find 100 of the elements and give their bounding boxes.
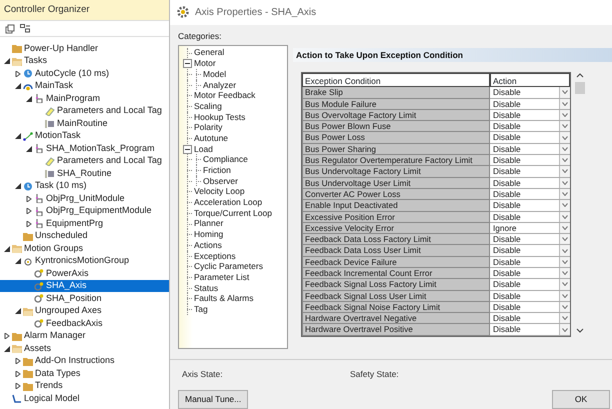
tree-item[interactable]: EquipmentPrg xyxy=(0,217,169,230)
action-dropdown[interactable]: Disable xyxy=(490,234,570,246)
collapse-all-icon[interactable] xyxy=(5,24,15,34)
category-item[interactable]: Model xyxy=(201,68,226,81)
tree-item[interactable]: MainRoutine xyxy=(0,117,169,130)
action-dropdown[interactable]: Disable xyxy=(490,87,570,99)
collapse-arrow-icon[interactable] xyxy=(15,258,21,264)
action-dropdown[interactable]: Disable xyxy=(490,279,570,291)
tree-item[interactable]: Trends xyxy=(0,380,169,392)
action-dropdown[interactable]: Disable xyxy=(490,245,570,257)
category-item[interactable]: Friction xyxy=(201,164,231,177)
action-dropdown[interactable]: Disable xyxy=(490,144,570,156)
collapse-arrow-icon[interactable] xyxy=(15,308,21,314)
tree-item[interactable]: Power-Up Handler xyxy=(0,42,169,55)
tree-item[interactable]: Ungrouped Axes xyxy=(0,304,169,318)
collapse-arrow-icon[interactable] xyxy=(15,183,21,189)
tree-item[interactable]: MainProgram xyxy=(0,92,169,105)
category-item[interactable]: Homing xyxy=(192,228,224,241)
action-dropdown[interactable]: Disable xyxy=(490,290,570,302)
scrollbar-thumb[interactable] xyxy=(575,82,585,94)
category-item[interactable]: Acceleration Loop xyxy=(192,196,262,209)
category-item[interactable]: General xyxy=(192,46,224,60)
category-item[interactable]: Planner xyxy=(192,217,224,230)
tree-item[interactable]: SHA_Position xyxy=(0,292,169,305)
tree-item[interactable]: Assets xyxy=(0,342,169,355)
collapse-icon[interactable] xyxy=(183,59,192,68)
tree-item[interactable]: Task (10 ms) xyxy=(0,180,169,192)
expand-arrow-icon[interactable] xyxy=(15,358,21,364)
category-item[interactable]: Polarity xyxy=(192,121,222,134)
collapse-arrow-icon[interactable] xyxy=(4,246,10,252)
action-dropdown[interactable]: Disable xyxy=(490,121,570,132)
toggle-view-icon[interactable] xyxy=(20,24,30,34)
expand-arrow-icon[interactable] xyxy=(26,220,32,226)
tree-item[interactable]: Add-On Instructions xyxy=(0,354,169,368)
category-item[interactable]: Torque/Current Loop xyxy=(192,206,272,220)
category-item[interactable]: Velocity Loop xyxy=(192,185,245,198)
scroll-up-icon[interactable] xyxy=(576,72,584,78)
action-dropdown[interactable]: Disable xyxy=(490,200,570,212)
action-dropdown[interactable]: Disable xyxy=(490,212,570,223)
category-item[interactable]: Hookup Tests xyxy=(192,110,246,124)
expand-arrow-icon[interactable] xyxy=(15,383,21,389)
expand-arrow-icon[interactable] xyxy=(4,333,10,339)
tree-item[interactable]: MotionTask xyxy=(0,130,169,142)
scrollbar[interactable] xyxy=(574,72,586,334)
category-item[interactable]: Observer xyxy=(201,174,238,188)
expand-arrow-icon[interactable] xyxy=(15,70,21,76)
action-dropdown[interactable]: Disable xyxy=(490,178,570,189)
category-item[interactable]: Analyzer xyxy=(201,78,236,92)
collapse-arrow-icon[interactable] xyxy=(26,96,32,102)
tree-item[interactable]: Logical Model xyxy=(0,392,169,405)
tree-item[interactable]: KyntronicsMotionGroup xyxy=(0,254,169,268)
action-dropdown[interactable]: Disable xyxy=(490,155,570,166)
category-item[interactable]: Status xyxy=(192,282,218,294)
tree-item[interactable]: MainTask xyxy=(0,80,169,92)
category-item[interactable]: Autotune xyxy=(192,132,228,145)
ok-button[interactable]: OK xyxy=(552,390,610,409)
category-item[interactable]: Exceptions xyxy=(192,250,236,262)
category-item[interactable]: Motor Feedback xyxy=(192,89,256,102)
tree-item[interactable]: Unscheduled xyxy=(0,230,169,242)
category-item[interactable]: Compliance xyxy=(201,153,248,166)
tree-item[interactable]: Motion Groups xyxy=(0,242,169,255)
tree-item[interactable]: Parameters and Local Tag xyxy=(0,104,169,118)
tree-item[interactable]: ObjPrg_EquipmentModule xyxy=(0,204,169,218)
action-dropdown[interactable]: Disable xyxy=(490,313,570,324)
collapse-arrow-icon[interactable] xyxy=(15,133,21,139)
expand-arrow-icon[interactable] xyxy=(26,208,32,214)
tree-item[interactable]: Data Types xyxy=(0,367,169,380)
action-dropdown[interactable]: Ignore xyxy=(490,222,570,234)
collapse-arrow-icon[interactable] xyxy=(4,346,10,352)
expand-arrow-icon[interactable] xyxy=(15,370,21,376)
tree-item[interactable]: SHA_Routine xyxy=(0,167,169,180)
category-item[interactable]: Load xyxy=(192,142,213,156)
tree-item[interactable]: ObjPrg_UnitModule xyxy=(0,192,169,205)
tree-item[interactable]: Tasks xyxy=(0,54,169,68)
action-dropdown[interactable]: Disable xyxy=(490,98,570,110)
action-dropdown[interactable]: Disable xyxy=(490,268,570,280)
tree-item[interactable]: PowerAxis xyxy=(0,267,169,280)
manual-tune-button[interactable]: Manual Tune... xyxy=(178,390,248,409)
category-item[interactable]: Scaling xyxy=(192,100,222,113)
action-dropdown[interactable]: Disable xyxy=(490,132,570,144)
category-item[interactable]: Parameter List xyxy=(192,270,250,284)
scroll-down-icon[interactable] xyxy=(576,328,584,334)
action-dropdown[interactable]: Disable xyxy=(490,302,570,314)
collapse-icon[interactable] xyxy=(183,144,192,154)
expand-arrow-icon[interactable] xyxy=(26,196,32,202)
category-item[interactable]: Motor xyxy=(192,57,216,70)
action-dropdown[interactable]: Disable xyxy=(490,110,570,122)
tree-item[interactable]: AutoCycle (10 ms) xyxy=(0,67,169,80)
tree-item[interactable]: FeedbackAxis xyxy=(0,317,169,330)
action-dropdown[interactable]: Disable xyxy=(490,256,570,268)
category-item[interactable]: Cyclic Parameters xyxy=(192,260,263,273)
tree-item[interactable]: Parameters and Local Tag xyxy=(0,154,169,168)
tree-item[interactable]: Alarm Manager xyxy=(0,330,169,342)
action-dropdown[interactable]: Disable xyxy=(490,188,570,200)
category-item[interactable]: Actions xyxy=(192,238,222,252)
category-item[interactable]: Faults & Alarms xyxy=(192,292,254,306)
action-dropdown[interactable]: Disable xyxy=(490,166,570,178)
collapse-arrow-icon[interactable] xyxy=(15,83,21,89)
tree-item[interactable]: SHA_MotionTask_Program xyxy=(0,142,169,155)
category-item[interactable]: Tag xyxy=(192,302,208,316)
